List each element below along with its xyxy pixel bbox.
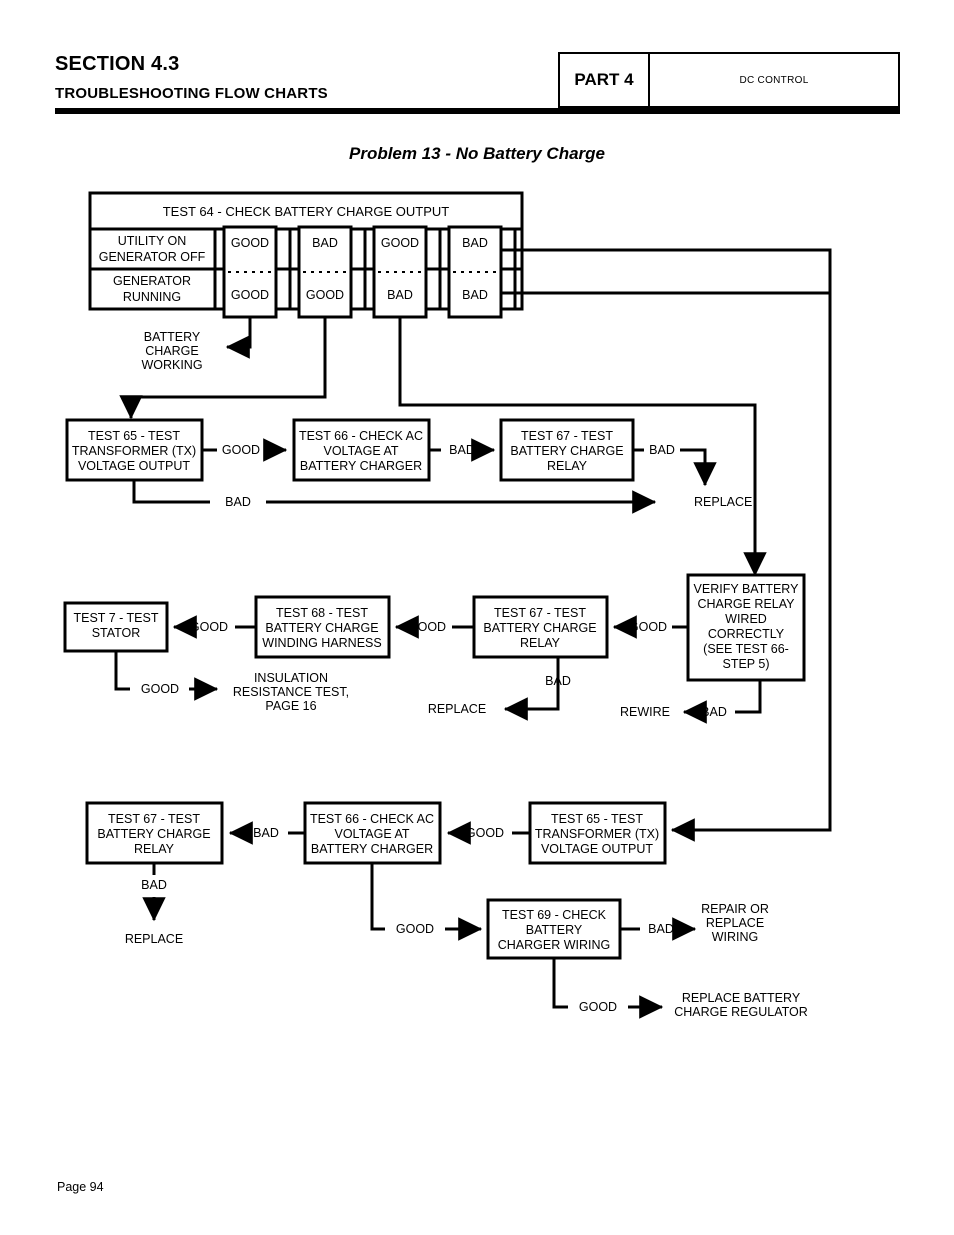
outcome-replace-row2: REPLACE [694, 495, 752, 509]
matrix-col2-bottom: GOOD [306, 288, 344, 302]
svg-text:CORRECTLY: CORRECTLY [708, 627, 785, 641]
edge-label-r4-66-67: BAD [253, 826, 279, 840]
svg-text:TRANSFORMER (TX): TRANSFORMER (TX) [72, 444, 196, 458]
section-subtitle: TROUBLESHOOTING FLOW CHARTS [55, 85, 328, 102]
outcome-rewire: REWIRE [620, 705, 670, 719]
svg-text:WINDING HARNESS: WINDING HARNESS [262, 636, 381, 650]
header-rule [55, 108, 900, 114]
battery-charge-working-line3: WORKING [141, 358, 202, 372]
svg-text:TEST 69 - CHECK: TEST 69 - CHECK [502, 908, 607, 922]
matrix-row1-label-line2: GENERATOR OFF [99, 250, 206, 264]
outcome-insulation-line2: RESISTANCE TEST, [233, 685, 349, 699]
svg-text:BATTERY CHARGER: BATTERY CHARGER [311, 842, 433, 856]
outcome-repair-wiring-line2: REPLACE [706, 916, 764, 930]
svg-text:TEST 67 - TEST: TEST 67 - TEST [108, 812, 200, 826]
edge-label-r4-65-66: GOOD [466, 826, 504, 840]
matrix-col4-top: BAD [462, 236, 488, 250]
part-number-box: PART 4 [558, 52, 650, 108]
svg-text:BATTERY: BATTERY [526, 923, 583, 937]
svg-text:BATTERY CHARGER: BATTERY CHARGER [300, 459, 422, 473]
matrix-row2-label-line2: RUNNING [123, 290, 181, 304]
matrix-connectors [119, 248, 832, 842]
svg-text:VERIFY BATTERY: VERIFY BATTERY [694, 582, 800, 596]
edge-label-r4-66-good: GOOD [396, 922, 434, 936]
outcome-replace-regulator-line1: REPLACE BATTERY [682, 991, 801, 1005]
outcome-replace-row3: REPLACE [428, 702, 486, 716]
svg-text:CHARGER WIRING: CHARGER WIRING [498, 938, 611, 952]
svg-text:TEST 66 - CHECK AC: TEST 66 - CHECK AC [310, 812, 434, 826]
svg-text:RELAY: RELAY [520, 636, 561, 650]
svg-text:TEST 67 - TEST: TEST 67 - TEST [521, 429, 613, 443]
edge-label-r3-68-7: GOOD [190, 620, 228, 634]
svg-text:BATTERY CHARGE: BATTERY CHARGE [265, 621, 378, 635]
svg-text:VOLTAGE OUTPUT: VOLTAGE OUTPUT [541, 842, 653, 856]
svg-text:BATTERY CHARGE: BATTERY CHARGE [97, 827, 210, 841]
battery-charge-working-line1: BATTERY [144, 330, 201, 344]
edge-label-r3-verify-67: GOOD [629, 620, 667, 634]
matrix-col3-top: GOOD [381, 236, 419, 250]
svg-text:BATTERY CHARGE: BATTERY CHARGE [483, 621, 596, 635]
row4: TEST 67 - TEST BATTERY CHARGE RELAY TEST… [85, 801, 808, 1019]
edge-label-r2-67-bad: BAD [649, 443, 675, 457]
row2: TEST 65 - TEST TRANSFORMER (TX) VOLTAGE … [65, 418, 752, 514]
outcome-insulation-line3: PAGE 16 [265, 699, 316, 713]
svg-text:(SEE TEST 66-: (SEE TEST 66- [703, 642, 789, 656]
edge-label-r3-7-good: GOOD [141, 682, 179, 696]
outcome-repair-wiring-line3: WIRING [712, 930, 759, 944]
edge-label-r2-65-bad: BAD [225, 495, 251, 509]
matrix-title: TEST 64 - CHECK BATTERY CHARGE OUTPUT [163, 204, 450, 219]
part-name-box: DC CONTROL [650, 52, 900, 108]
matrix-row2-label-line1: GENERATOR [113, 274, 191, 288]
edge-label-r2-65-66: GOOD [222, 443, 260, 457]
svg-text:TEST 66 - CHECK AC: TEST 66 - CHECK AC [299, 429, 423, 443]
matrix-col4-bottom: BAD [462, 288, 488, 302]
svg-text:VOLTAGE OUTPUT: VOLTAGE OUTPUT [78, 459, 190, 473]
svg-text:STATOR: STATOR [92, 626, 141, 640]
page-footer: Page 94 [57, 1180, 104, 1194]
svg-text:RELAY: RELAY [134, 842, 175, 856]
edge-label-r3-67-68: GOOD [408, 620, 446, 634]
outcome-replace-regulator-line2: CHARGE REGULATOR [674, 1005, 808, 1019]
page-title: Problem 13 - No Battery Charge [348, 144, 605, 163]
section-title: SECTION 4.3 [55, 53, 180, 75]
svg-text:TEST 65 - TEST: TEST 65 - TEST [88, 429, 180, 443]
matrix-col2-top: BAD [312, 236, 338, 250]
svg-text:TEST 65 - TEST: TEST 65 - TEST [551, 812, 643, 826]
svg-text:BATTERY CHARGE: BATTERY CHARGE [510, 444, 623, 458]
edge-label-r3-verify-bad: BAD [701, 705, 727, 719]
edge-label-r4-69-bad: BAD [648, 922, 674, 936]
row3: TEST 7 - TEST STATOR TEST 68 - TEST BATT… [63, 573, 806, 724]
svg-text:VOLTAGE AT: VOLTAGE AT [334, 827, 409, 841]
matrix-row1-label-line1: UTILITY ON [118, 234, 187, 248]
edge-label-r2-66-67: BAD [449, 443, 475, 457]
svg-text:WIRED: WIRED [725, 612, 767, 626]
matrix-col3-bottom: BAD [387, 288, 413, 302]
edge-label-r4-69-good: GOOD [579, 1000, 617, 1014]
page-header: SECTION 4.3 TROUBLESHOOTING FLOW CHARTS … [55, 52, 900, 114]
matrix-col1-bottom: GOOD [231, 288, 269, 302]
outcome-repair-wiring-line1: REPAIR OR [701, 902, 769, 916]
troubleshooting-flowchart: TEST 64 - CHECK BATTERY CHARGE OUTPUT UT… [63, 191, 832, 1019]
matrix-col1-top: GOOD [231, 236, 269, 250]
svg-text:TRANSFORMER (TX): TRANSFORMER (TX) [535, 827, 659, 841]
outcome-replace-row4: REPLACE [125, 932, 183, 946]
svg-text:VOLTAGE AT: VOLTAGE AT [323, 444, 398, 458]
outcome-insulation-line1: INSULATION [254, 671, 328, 685]
svg-text:TEST 7 - TEST: TEST 7 - TEST [74, 611, 159, 625]
test64-matrix: TEST 64 - CHECK BATTERY CHARGE OUTPUT UT… [88, 191, 524, 319]
svg-text:TEST 68 - TEST: TEST 68 - TEST [276, 606, 368, 620]
edge-label-r4-67-bad: BAD [141, 878, 167, 892]
svg-text:CHARGE RELAY: CHARGE RELAY [697, 597, 795, 611]
svg-text:TEST 67 - TEST: TEST 67 - TEST [494, 606, 586, 620]
battery-charge-working-line2: CHARGE [145, 344, 198, 358]
svg-text:STEP 5): STEP 5) [722, 657, 769, 671]
header-titles: SECTION 4.3 TROUBLESHOOTING FLOW CHARTS [55, 52, 555, 104]
svg-text:RELAY: RELAY [547, 459, 588, 473]
